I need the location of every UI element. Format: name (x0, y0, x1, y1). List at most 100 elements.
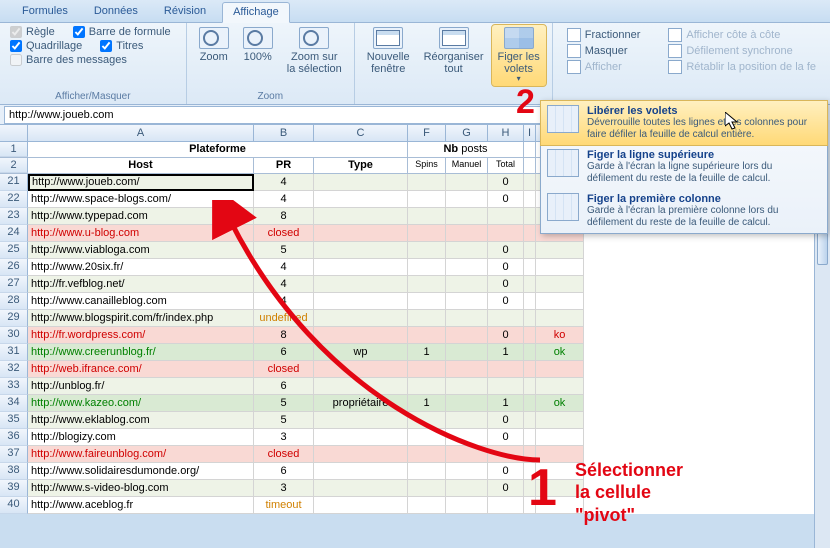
cell-manuel[interactable] (446, 225, 488, 242)
row-header[interactable]: 22 (0, 191, 28, 208)
btn-zoom[interactable]: Zoom (193, 25, 235, 77)
cell-gap[interactable] (524, 378, 536, 395)
row-header[interactable]: 30 (0, 327, 28, 344)
cell-pr[interactable]: 6 (254, 344, 314, 361)
cell-host[interactable]: http://unblog.fr/ (28, 378, 254, 395)
cell-pr[interactable]: 3 (254, 429, 314, 446)
table-row[interactable]: 30http://fr.wordpress.com/80ko (0, 327, 830, 344)
row-header[interactable]: 32 (0, 361, 28, 378)
cell-type[interactable] (314, 446, 408, 463)
cell-type[interactable] (314, 242, 408, 259)
cell-pr[interactable]: 4 (254, 276, 314, 293)
cell-host[interactable]: http://www.space-blogs.com/ (28, 191, 254, 208)
cell-pr[interactable]: 5 (254, 242, 314, 259)
tab-donnees[interactable]: Données (84, 2, 148, 22)
cell-pr[interactable]: 6 (254, 463, 314, 480)
btn-100[interactable]: 100% (237, 25, 279, 77)
cell-state[interactable] (536, 310, 584, 327)
cell-pr[interactable]: 4 (254, 293, 314, 310)
table-row[interactable]: 40http://www.aceblog.frtimeout (0, 497, 830, 514)
cell-state[interactable]: ok (536, 395, 584, 412)
cell-host[interactable]: http://www.typepad.com (28, 208, 254, 225)
cell-total[interactable]: 0 (488, 293, 524, 310)
cell-state[interactable]: ko (536, 327, 584, 344)
cell-state[interactable] (536, 361, 584, 378)
cell-pr[interactable]: 4 (254, 174, 314, 191)
col-header-A[interactable]: A (28, 125, 254, 141)
chk-quadrillage[interactable]: Quadrillage (10, 40, 82, 52)
col-header-F[interactable]: F (408, 125, 446, 141)
cell-total[interactable]: 0 (488, 429, 524, 446)
table-row[interactable]: 31http://www.creerunblog.fr/6wp11ok (0, 344, 830, 361)
cell-total[interactable] (488, 446, 524, 463)
row-header[interactable]: 39 (0, 480, 28, 497)
cell-pr[interactable]: 8 (254, 327, 314, 344)
cell-total[interactable]: 0 (488, 174, 524, 191)
cell-gap[interactable] (524, 293, 536, 310)
cell-pr[interactable]: undefined (254, 310, 314, 327)
col-header-G[interactable]: G (446, 125, 488, 141)
cell-gap[interactable] (524, 276, 536, 293)
cell-spins[interactable] (408, 378, 446, 395)
cell-type[interactable] (314, 174, 408, 191)
table-row[interactable]: 36http://blogizy.com30 (0, 429, 830, 446)
cell-spins[interactable] (408, 208, 446, 225)
cell-state[interactable] (536, 412, 584, 429)
row-header[interactable]: 40 (0, 497, 28, 514)
table-row[interactable]: 33http://unblog.fr/6 (0, 378, 830, 395)
cell-host[interactable]: http://www.kazeo.com/ (28, 395, 254, 412)
row-header-1[interactable]: 1 (0, 142, 28, 157)
row-header[interactable]: 29 (0, 310, 28, 327)
cell-spins[interactable] (408, 361, 446, 378)
table-row[interactable]: 29http://www.blogspirit.com/fr/index.php… (0, 310, 830, 327)
table-row[interactable]: 28http://www.canailleblog.com40 (0, 293, 830, 310)
btn-arrange-all[interactable]: Réorganiser tout (418, 25, 490, 86)
cell-type[interactable] (314, 412, 408, 429)
cell-gap[interactable] (524, 259, 536, 276)
row-header[interactable]: 25 (0, 242, 28, 259)
col-header-B[interactable]: B (254, 125, 314, 141)
dd-unfreeze[interactable]: Libérer les voletsDéverrouille toutes le… (541, 101, 827, 145)
row-header[interactable]: 23 (0, 208, 28, 225)
cell-type[interactable] (314, 276, 408, 293)
cell-pr[interactable]: closed (254, 225, 314, 242)
cell-total[interactable] (488, 378, 524, 395)
cell-spins[interactable] (408, 225, 446, 242)
cell-spins[interactable]: 1 (408, 344, 446, 361)
cell-host[interactable]: http://www.eklablog.com (28, 412, 254, 429)
cell-host[interactable]: http://fr.vefblog.net/ (28, 276, 254, 293)
cell-state[interactable] (536, 276, 584, 293)
chk-barre-messages[interactable]: Barre des messages (10, 54, 127, 66)
cell-pr[interactable]: closed (254, 446, 314, 463)
table-row[interactable]: 37http://www.faireunblog.com/closed (0, 446, 830, 463)
cell-total[interactable]: 0 (488, 259, 524, 276)
table-row[interactable]: 27http://fr.vefblog.net/40 (0, 276, 830, 293)
cell-host[interactable]: http://www.s-video-blog.com (28, 480, 254, 497)
cell-manuel[interactable] (446, 242, 488, 259)
cell-gap[interactable] (524, 327, 536, 344)
cell-type[interactable] (314, 191, 408, 208)
cell-spins[interactable]: 1 (408, 395, 446, 412)
cell-total[interactable] (488, 208, 524, 225)
cell-gap[interactable] (524, 174, 536, 191)
cell-state[interactable] (536, 259, 584, 276)
table-row[interactable]: 39http://www.s-video-blog.com30 (0, 480, 830, 497)
cell-type[interactable]: propriétaire (314, 395, 408, 412)
cell-type[interactable] (314, 463, 408, 480)
cell-total[interactable]: 0 (488, 463, 524, 480)
cell-host[interactable]: http://www.joueb.com/ (28, 174, 254, 191)
cell-pr[interactable]: 5 (254, 412, 314, 429)
cell-type[interactable] (314, 361, 408, 378)
cell-spins[interactable] (408, 463, 446, 480)
cell-pr[interactable]: 3 (254, 480, 314, 497)
cell-pr[interactable]: 5 (254, 395, 314, 412)
cell-gap[interactable] (524, 361, 536, 378)
cell-manuel[interactable] (446, 191, 488, 208)
cell-type[interactable] (314, 225, 408, 242)
row-header[interactable]: 21 (0, 174, 28, 191)
table-row[interactable]: 26http://www.20six.fr/40 (0, 259, 830, 276)
cell-gap[interactable] (524, 310, 536, 327)
cell-type[interactable] (314, 310, 408, 327)
cell-host[interactable]: http://www.aceblog.fr (28, 497, 254, 514)
btn-split[interactable]: Fractionner (563, 27, 645, 43)
